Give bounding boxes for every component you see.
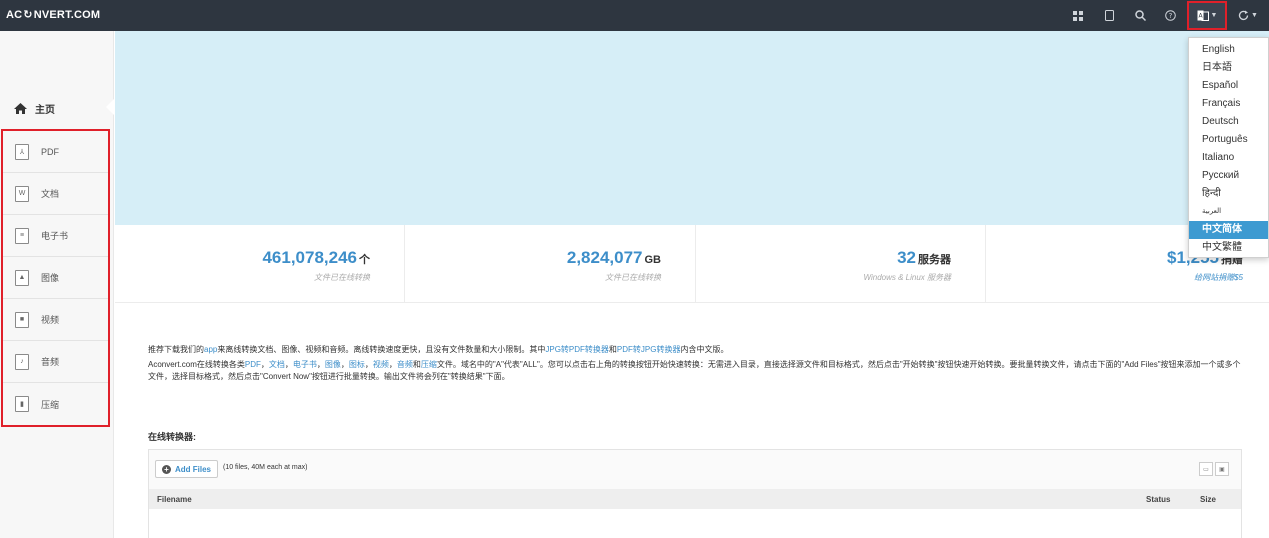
icon-link[interactable]: 图标 <box>349 360 365 369</box>
app-link[interactable]: app <box>204 345 217 354</box>
donate-link[interactable]: 给网站捐赠$5 <box>1194 272 1243 283</box>
archive-link[interactable]: 压缩 <box>421 360 437 369</box>
file-table-body <box>149 509 1241 538</box>
sidebar-item-label: 主页 <box>35 105 55 116</box>
language-button[interactable]: A ▼ <box>1187 1 1227 30</box>
pdf-to-jpg-link[interactable]: PDF转JPG转换器 <box>617 345 681 354</box>
language-option-hindi[interactable]: हिन्दी <box>1189 185 1268 203</box>
chevron-down-icon: ▼ <box>1210 12 1218 19</box>
stat-caption: 文件已在线转换 <box>314 273 370 282</box>
sidebar-item-pdf[interactable]: ⅄ PDF <box>3 131 108 173</box>
thumbnail-view-icon[interactable]: ▣ <box>1215 462 1229 476</box>
stat-value: 32 <box>897 248 916 267</box>
logo-text-right: NVERT.COM <box>33 9 101 21</box>
intro-paragraph-1: 推荐下载我们的app来离线转换文档、图像、视频和音频。离线转换速度更快，且没有文… <box>148 345 729 354</box>
pdf-link[interactable]: PDF <box>245 360 261 369</box>
refresh-icon <box>1238 10 1249 21</box>
sidebar-item-label: 压缩 <box>41 399 60 410</box>
sidebar-item-archive[interactable]: ▮ 压缩 <box>3 383 108 425</box>
top-navbar: AC↻NVERT.COM ? A ▼ ▼ <box>0 0 1269 31</box>
word-file-icon: W <box>15 185 29 202</box>
sidebar-item-home[interactable]: 主页 <box>14 101 55 116</box>
jpg-to-pdf-link[interactable]: JPG转PDF转换器 <box>545 345 609 354</box>
column-size: Size <box>1200 495 1217 504</box>
language-option-portuguese[interactable]: Português <box>1189 131 1268 149</box>
language-icon: A <box>1197 10 1209 21</box>
sidebar-item-label: 文档 <box>41 189 60 199</box>
add-files-note: (10 files, 40M each at max) <box>223 464 308 471</box>
audio-link[interactable]: 音频 <box>397 360 413 369</box>
help-icon[interactable]: ? <box>1159 0 1181 31</box>
stat-caption: Windows & Linux 服务器 <box>863 273 951 282</box>
converter-title: 在线转换器: <box>148 432 196 442</box>
sidebar: 主页 ⅄ PDF W 文档 ≡ 电子书 ▲ 图像 ■ 视频 ♪ 音频 ▮ 压缩 <box>0 31 114 538</box>
file-table-header: Filename Status Size <box>149 489 1241 509</box>
banner-area <box>115 31 1269 225</box>
stat-files-converted: 461,078,246 个 文件已在线转换 <box>115 225 405 303</box>
language-option-english[interactable]: English <box>1189 41 1268 59</box>
logo-text-left: AC <box>6 9 23 21</box>
refresh-menu-button[interactable]: ▼ <box>1235 0 1261 31</box>
language-option-italian[interactable]: Italiano <box>1189 149 1268 167</box>
stat-caption: 文件已在线转换 <box>605 273 661 282</box>
tool-category-list: ⅄ PDF W 文档 ≡ 电子书 ▲ 图像 ■ 视频 ♪ 音频 ▮ 压缩 <box>1 129 110 427</box>
ebook-file-icon: ≡ <box>15 227 29 244</box>
logo-refresh-icon: ↻ <box>23 9 33 21</box>
tablet-icon[interactable] <box>1098 0 1120 31</box>
intro-paragraph-2: Aconvert.com在线转换各类PDF，文档，电子书，图像，图标，视频，音频… <box>148 360 1241 381</box>
sidebar-item-image[interactable]: ▲ 图像 <box>3 257 108 299</box>
language-option-spanish[interactable]: Español <box>1189 77 1268 95</box>
language-dropdown: English 日本語 Español Français Deutsch Por… <box>1188 37 1269 258</box>
svg-text:?: ? <box>1168 12 1172 20</box>
converter-panel: + Add Files (10 files, 40M each at max) … <box>148 449 1242 538</box>
pdf-file-icon: ⅄ <box>15 143 29 160</box>
stats-row: 461,078,246 个 文件已在线转换 2,824,077 GB 文件已在线转换… <box>115 225 1269 303</box>
intro-description: 推荐下载我们的app来离线转换文档、图像、视频和音频。离线转换速度更快，且没有文… <box>148 344 1248 386</box>
video-link[interactable]: 视频 <box>373 360 389 369</box>
sidebar-item-label: 电子书 <box>41 231 69 241</box>
active-indicator <box>106 99 114 115</box>
apps-icon[interactable] <box>1067 0 1089 31</box>
sidebar-item-document[interactable]: W 文档 <box>3 173 108 215</box>
list-view-icon[interactable]: ▭ <box>1199 462 1213 476</box>
stat-unit: GB <box>644 254 662 266</box>
video-file-icon: ■ <box>15 311 29 328</box>
sidebar-item-ebook[interactable]: ≡ 电子书 <box>3 215 108 257</box>
stat-value: 461,078,246 <box>262 248 357 267</box>
column-filename: Filename <box>157 495 192 504</box>
chevron-down-icon: ▼ <box>1251 12 1258 19</box>
stat-servers: 32 服务器 Windows & Linux 服务器 <box>696 225 986 303</box>
sidebar-item-video[interactable]: ■ 视频 <box>3 299 108 341</box>
search-icon[interactable] <box>1129 0 1151 31</box>
document-link[interactable]: 文档 <box>269 360 285 369</box>
sidebar-item-label: 音频 <box>41 357 60 367</box>
view-toggle: ▭ ▣ <box>1197 462 1229 476</box>
language-option-french[interactable]: Français <box>1189 95 1268 113</box>
language-option-simplified-chinese[interactable]: 中文简体 <box>1189 221 1268 239</box>
stat-unit: 服务器 <box>918 254 951 266</box>
ebook-link[interactable]: 电子书 <box>293 360 317 369</box>
stat-unit: 个 <box>359 254 370 266</box>
sidebar-item-label: 视频 <box>41 315 60 325</box>
column-status: Status <box>1146 495 1171 504</box>
stat-value: 2,824,077 <box>566 248 643 267</box>
language-option-german[interactable]: Deutsch <box>1189 113 1268 131</box>
language-option-russian[interactable]: Русский <box>1189 167 1268 185</box>
add-files-label: Add Files <box>175 464 212 474</box>
plus-icon: + <box>162 464 171 474</box>
language-option-traditional-chinese[interactable]: 中文繁體 <box>1189 239 1268 257</box>
audio-file-icon: ♪ <box>15 353 29 370</box>
language-option-arabic[interactable]: العربية <box>1189 203 1268 221</box>
image-file-icon: ▲ <box>15 269 29 286</box>
site-logo[interactable]: AC↻NVERT.COM <box>6 8 100 21</box>
sidebar-item-label: PDF <box>41 146 59 157</box>
stat-data-converted: 2,824,077 GB 文件已在线转换 <box>405 225 696 303</box>
image-link[interactable]: 图像 <box>325 360 341 369</box>
home-icon <box>14 103 27 114</box>
sidebar-item-label: 图像 <box>41 273 60 283</box>
add-files-button[interactable]: + Add Files <box>155 460 219 478</box>
sidebar-item-audio[interactable]: ♪ 音频 <box>3 341 108 383</box>
archive-file-icon: ▮ <box>15 396 29 412</box>
language-option-japanese[interactable]: 日本語 <box>1189 59 1268 77</box>
